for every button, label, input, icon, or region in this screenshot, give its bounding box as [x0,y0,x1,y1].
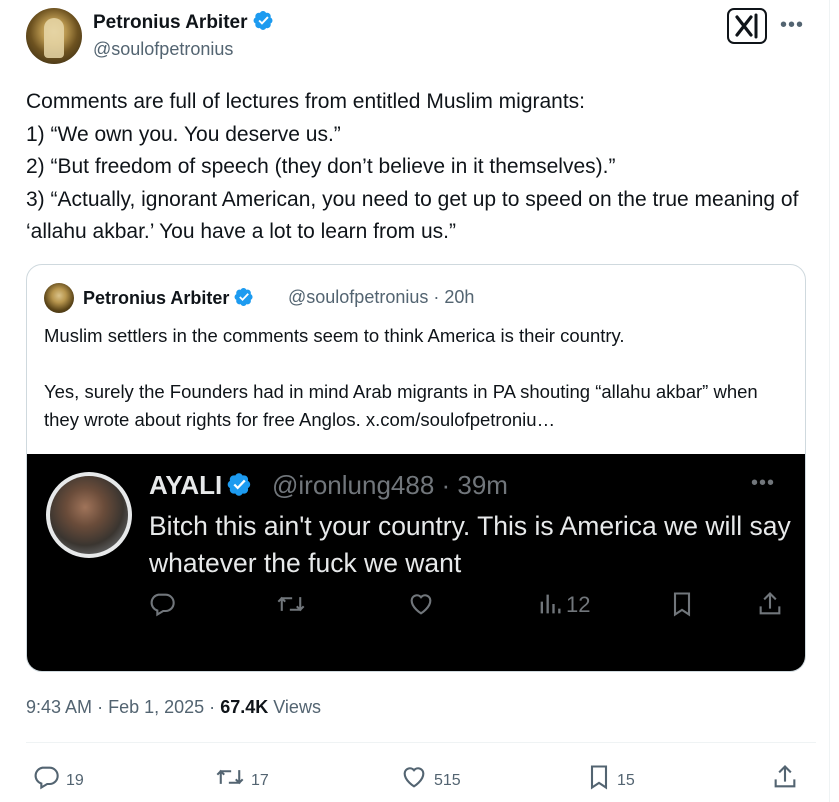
author-handle[interactable]: @soulofpetronius [93,39,233,60]
embedded-more-icon: ••• [751,472,776,494]
divider [26,742,816,743]
embedded-author-name: AYALI [149,470,252,501]
quote-tweet[interactable]: Petronius Arbiter @soulofpetronius · 20h… [26,264,806,672]
quote-handle-time: @soulofpetronius · 20h [288,287,475,307]
embedded-views: 12 [538,590,590,618]
tweet-time[interactable]: 9:43 AM [26,697,92,717]
quote-author-name: Petronius Arbiter [83,287,254,309]
embedded-like-icon [407,590,435,624]
views-label: Views [273,697,321,717]
like-icon [403,767,425,788]
author-avatar[interactable] [26,8,82,64]
tweet-meta: 9:43 AM · Feb 1, 2025 · 67.4K Views [26,697,321,717]
verified-badge-icon [253,11,272,30]
reply-icon [34,766,59,790]
quote-text: Muslim settlers in the comments seem to … [44,325,758,430]
verified-badge-icon [227,473,251,496]
share-button[interactable] [772,763,798,791]
like-button[interactable]: 515 [400,763,461,791]
grok-icon[interactable] [727,8,767,44]
embedded-text: Bitch this ain't your country. This is A… [149,511,791,578]
embedded-handle-time: @ironlung488 · 39m [272,470,508,500]
tweet-text: Comments are full of lectures from entit… [26,90,799,243]
bookmark-button[interactable]: 15 [587,763,635,791]
embedded-repost-icon [276,590,306,624]
verified-badge-icon [234,288,253,306]
repost-button[interactable]: 17 [215,763,269,791]
embedded-reply-icon [148,590,176,624]
more-options-icon[interactable]: ••• [780,14,804,37]
embedded-views-icon [540,594,561,614]
embedded-avatar [46,472,132,558]
tweet-card: Petronius Arbiter @soulofpetronius ••• C… [0,0,830,802]
embedded-bookmark-icon [670,590,694,624]
repost-icon [216,769,244,785]
embedded-share-icon [757,590,783,624]
bookmark-icon [590,765,608,790]
embedded-screenshot: AYALI @ironlung488 · 39m ••• Bitch this … [27,454,805,671]
quote-avatar [44,283,74,313]
views-count[interactable]: 67.4K [220,697,268,717]
tweet-date[interactable]: Feb 1, 2025 [108,697,204,717]
share-icon [774,765,796,788]
reply-button[interactable]: 19 [32,763,84,791]
author-name[interactable]: Petronius Arbiter [93,10,274,34]
